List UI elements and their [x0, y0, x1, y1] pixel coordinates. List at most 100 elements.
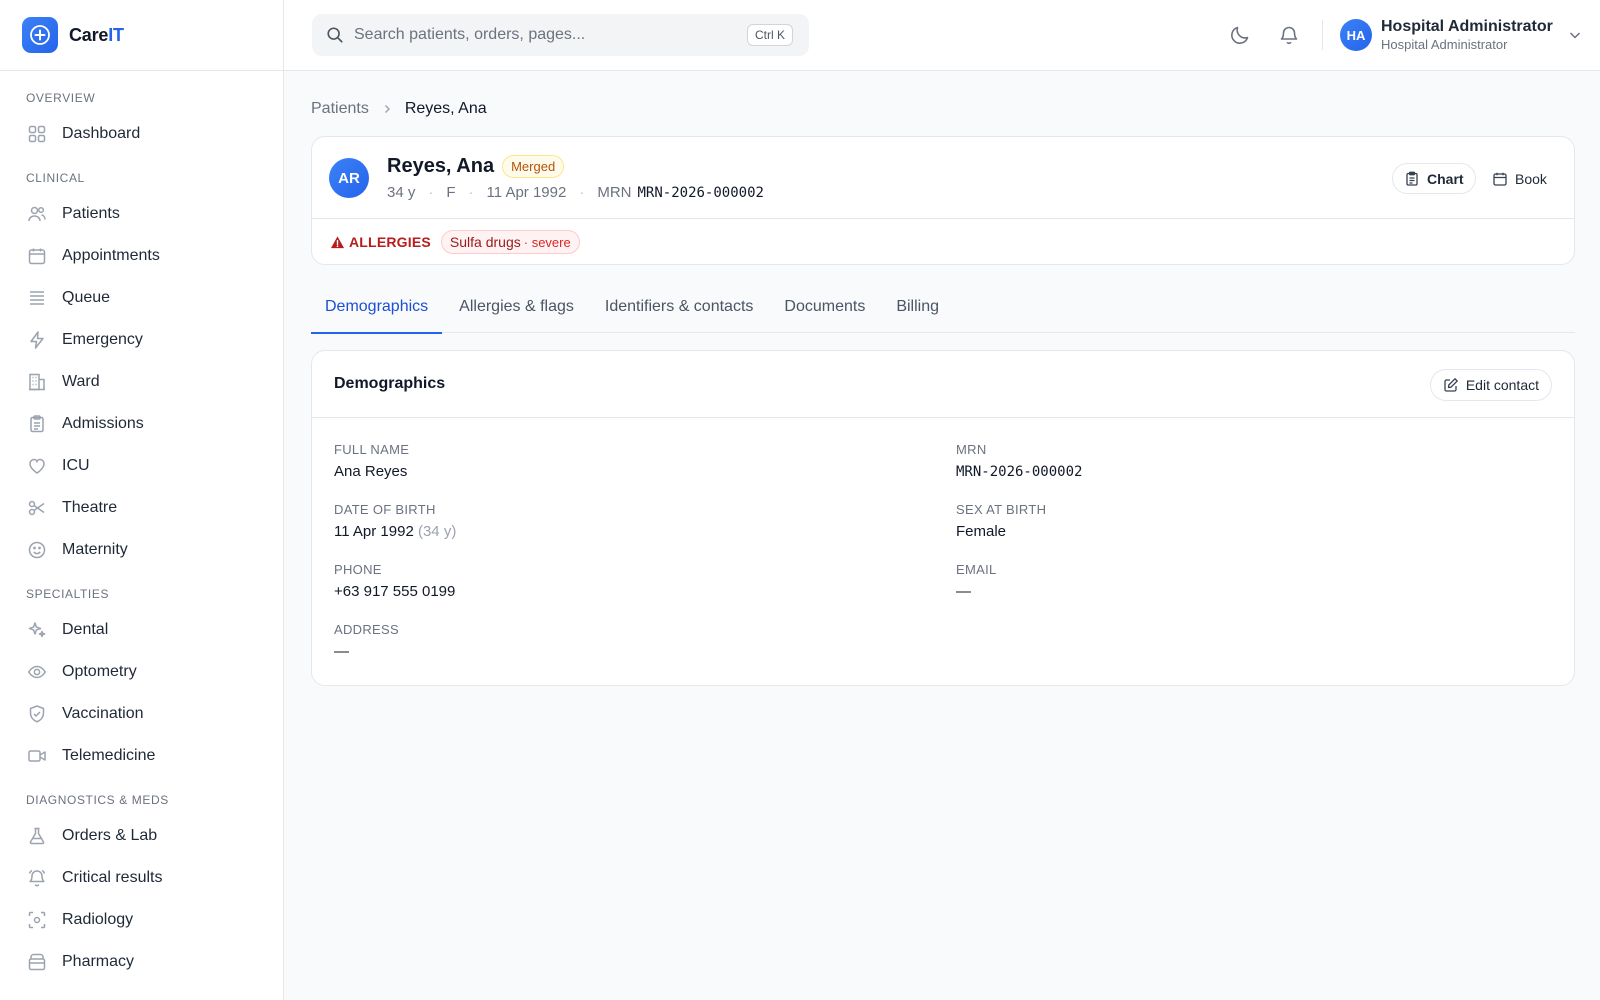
- search-shortcut-hint: Ctrl K: [747, 24, 793, 46]
- bell-alert-icon: [26, 867, 48, 889]
- patient-header: AR Reyes, Ana Merged 34 y · F · 11 Apr 1…: [312, 137, 1574, 219]
- patient-mrn: MRN-2026-000002: [637, 184, 764, 201]
- sidebar-item-icu[interactable]: ICU: [0, 445, 283, 487]
- patient-header-card: AR Reyes, Ana Merged 34 y · F · 11 Apr 1…: [311, 136, 1575, 265]
- tab-demographics[interactable]: Demographics: [311, 293, 443, 334]
- sidebar-item-telemedicine[interactable]: Telemedicine: [0, 735, 283, 777]
- chart-button[interactable]: Chart: [1392, 163, 1476, 194]
- list-icon: [26, 287, 48, 309]
- allergies-row: ALLERGIES Sulfa drugs · severe: [330, 230, 580, 254]
- brand[interactable]: CareIT: [0, 0, 283, 71]
- sidebar-item-label: Optometry: [62, 663, 137, 680]
- building-icon: [26, 371, 48, 393]
- sidebar-item-maternity[interactable]: Maternity: [0, 529, 283, 571]
- clipboard-icon: [1404, 171, 1420, 187]
- allergies-label: ALLERGIES: [349, 234, 431, 250]
- patient-name-row: Reyes, Ana Merged: [387, 155, 565, 178]
- sidebar-item-vaccination[interactable]: Vaccination: [0, 693, 283, 735]
- breadcrumb-current: Reyes, Ana: [404, 100, 487, 117]
- nav-section-diagnostics: DIAGNOSTICS & MEDS Orders & Lab Critical…: [0, 791, 283, 983]
- sidebar-item-label: Vaccination: [62, 705, 144, 722]
- patient-dob: 11 Apr 1992: [486, 184, 567, 201]
- bolt-icon: [26, 329, 48, 351]
- sidebar-item-label: Pharmacy: [62, 953, 135, 970]
- heart-icon: [26, 455, 48, 477]
- app-name: CareIT: [69, 24, 124, 45]
- flask-icon: [26, 825, 48, 847]
- shield-check-icon: [26, 703, 48, 725]
- chevron-down-icon: [1567, 27, 1583, 43]
- edit-contact-button[interactable]: Edit contact: [1429, 369, 1552, 401]
- field-email: EMAIL —: [956, 562, 997, 600]
- nav-section-specialties: SPECIALTIES Dental Optometry Vaccination…: [0, 585, 283, 777]
- tab-billing[interactable]: Billing: [882, 293, 953, 333]
- user-role: Hospital Administrator: [1381, 37, 1508, 52]
- sidebar-item-dental[interactable]: Dental: [0, 609, 283, 651]
- main-content: Patients Reyes, Ana AR Reyes, Ana Merged…: [311, 71, 1575, 686]
- allergy-chip[interactable]: Sulfa drugs · severe: [440, 230, 580, 254]
- book-button[interactable]: Book: [1492, 163, 1547, 194]
- sidebar-item-queue[interactable]: Queue: [0, 277, 283, 319]
- field-address: ADDRESS —: [334, 622, 399, 660]
- sidebar-item-label: Orders & Lab: [62, 827, 158, 844]
- sidebar-item-admissions[interactable]: Admissions: [0, 403, 283, 445]
- smile-icon: [26, 539, 48, 561]
- sidebar-item-critical-results[interactable]: Critical results: [0, 857, 283, 899]
- sidebar-item-label: Queue: [62, 289, 111, 306]
- nav-heading: DIAGNOSTICS & MEDS: [26, 793, 169, 807]
- sidebar-item-label: Admissions: [62, 415, 144, 432]
- breadcrumb: Patients Reyes, Ana: [311, 98, 1575, 120]
- sidebar-item-pharmacy[interactable]: Pharmacy: [0, 941, 283, 983]
- sidebar-item-patients[interactable]: Patients: [0, 193, 283, 235]
- separator-dot: ·: [579, 184, 585, 201]
- tab-allergies-flags[interactable]: Allergies & flags: [445, 293, 588, 333]
- patient-tabs: Demographics Allergies & flags Identifie…: [311, 293, 1575, 334]
- topbar-divider: [1322, 20, 1323, 50]
- sidebar-item-label: Dashboard: [62, 125, 141, 142]
- sidebar-item-theatre[interactable]: Theatre: [0, 487, 283, 529]
- sidebar-item-label: Appointments: [62, 247, 160, 264]
- nav-section-overview: OVERVIEW Dashboard: [0, 89, 283, 155]
- sidebar-item-label: Telemedicine: [62, 747, 156, 764]
- sidebar-item-label: Critical results: [62, 869, 163, 886]
- clipboard-icon: [26, 413, 48, 435]
- search-input[interactable]: [354, 26, 734, 44]
- user-menu[interactable]: HA Hospital Administrator Hospital Admin…: [1340, 17, 1583, 53]
- section-title: Demographics: [334, 375, 446, 392]
- patient-mrn-label: MRN: [597, 184, 632, 201]
- field-full-name: FULL NAME Ana Reyes: [334, 442, 410, 480]
- sidebar-item-label: Radiology: [62, 911, 134, 928]
- sidebar-nav: OVERVIEW Dashboard CLINICAL Patients App…: [0, 71, 283, 983]
- sidebar-item-label: Patients: [62, 205, 120, 222]
- moon-icon[interactable]: [1229, 24, 1251, 46]
- nav-heading: CLINICAL: [26, 171, 85, 185]
- sidebar-item-emergency[interactable]: Emergency: [0, 319, 283, 361]
- sidebar-item-optometry[interactable]: Optometry: [0, 651, 283, 693]
- field-mrn: MRN MRN-2026-000002: [956, 442, 1083, 480]
- pencil-icon: [1443, 377, 1459, 393]
- patient-age: 34 y: [387, 184, 416, 201]
- user-text: Hospital Administrator Hospital Administ…: [1381, 17, 1553, 53]
- sidebar-item-radiology[interactable]: Radiology: [0, 899, 283, 941]
- nav-heading: SPECIALTIES: [26, 587, 110, 601]
- sidebar-item-dashboard[interactable]: Dashboard: [0, 113, 283, 155]
- chevron-right-icon: [381, 103, 393, 115]
- bell-icon[interactable]: [1278, 24, 1300, 46]
- calendar-icon: [1492, 171, 1508, 187]
- breadcrumb-patients-link[interactable]: Patients: [311, 100, 369, 118]
- app-logo-icon: [22, 17, 58, 53]
- sidebar-item-ward[interactable]: Ward: [0, 361, 283, 403]
- demographics-card: Demographics Edit contact FULL NAME Ana …: [311, 350, 1575, 686]
- search-icon: [326, 26, 344, 44]
- sidebar-item-orders-lab[interactable]: Orders & Lab: [0, 815, 283, 857]
- separator-dot: ·: [428, 184, 434, 201]
- tab-documents[interactable]: Documents: [770, 293, 879, 333]
- topbar: Ctrl K HA Hospital Administrator Hospita…: [284, 0, 1600, 71]
- sparkles-icon: [26, 619, 48, 641]
- nav-heading: OVERVIEW: [26, 91, 96, 105]
- field-phone: PHONE +63 917 555 0199: [334, 562, 456, 600]
- sidebar-item-appointments[interactable]: Appointments: [0, 235, 283, 277]
- tab-identifiers-contacts[interactable]: Identifiers & contacts: [591, 293, 768, 333]
- sidebar-item-label: Ward: [62, 373, 100, 390]
- search-box[interactable]: Ctrl K: [312, 14, 809, 56]
